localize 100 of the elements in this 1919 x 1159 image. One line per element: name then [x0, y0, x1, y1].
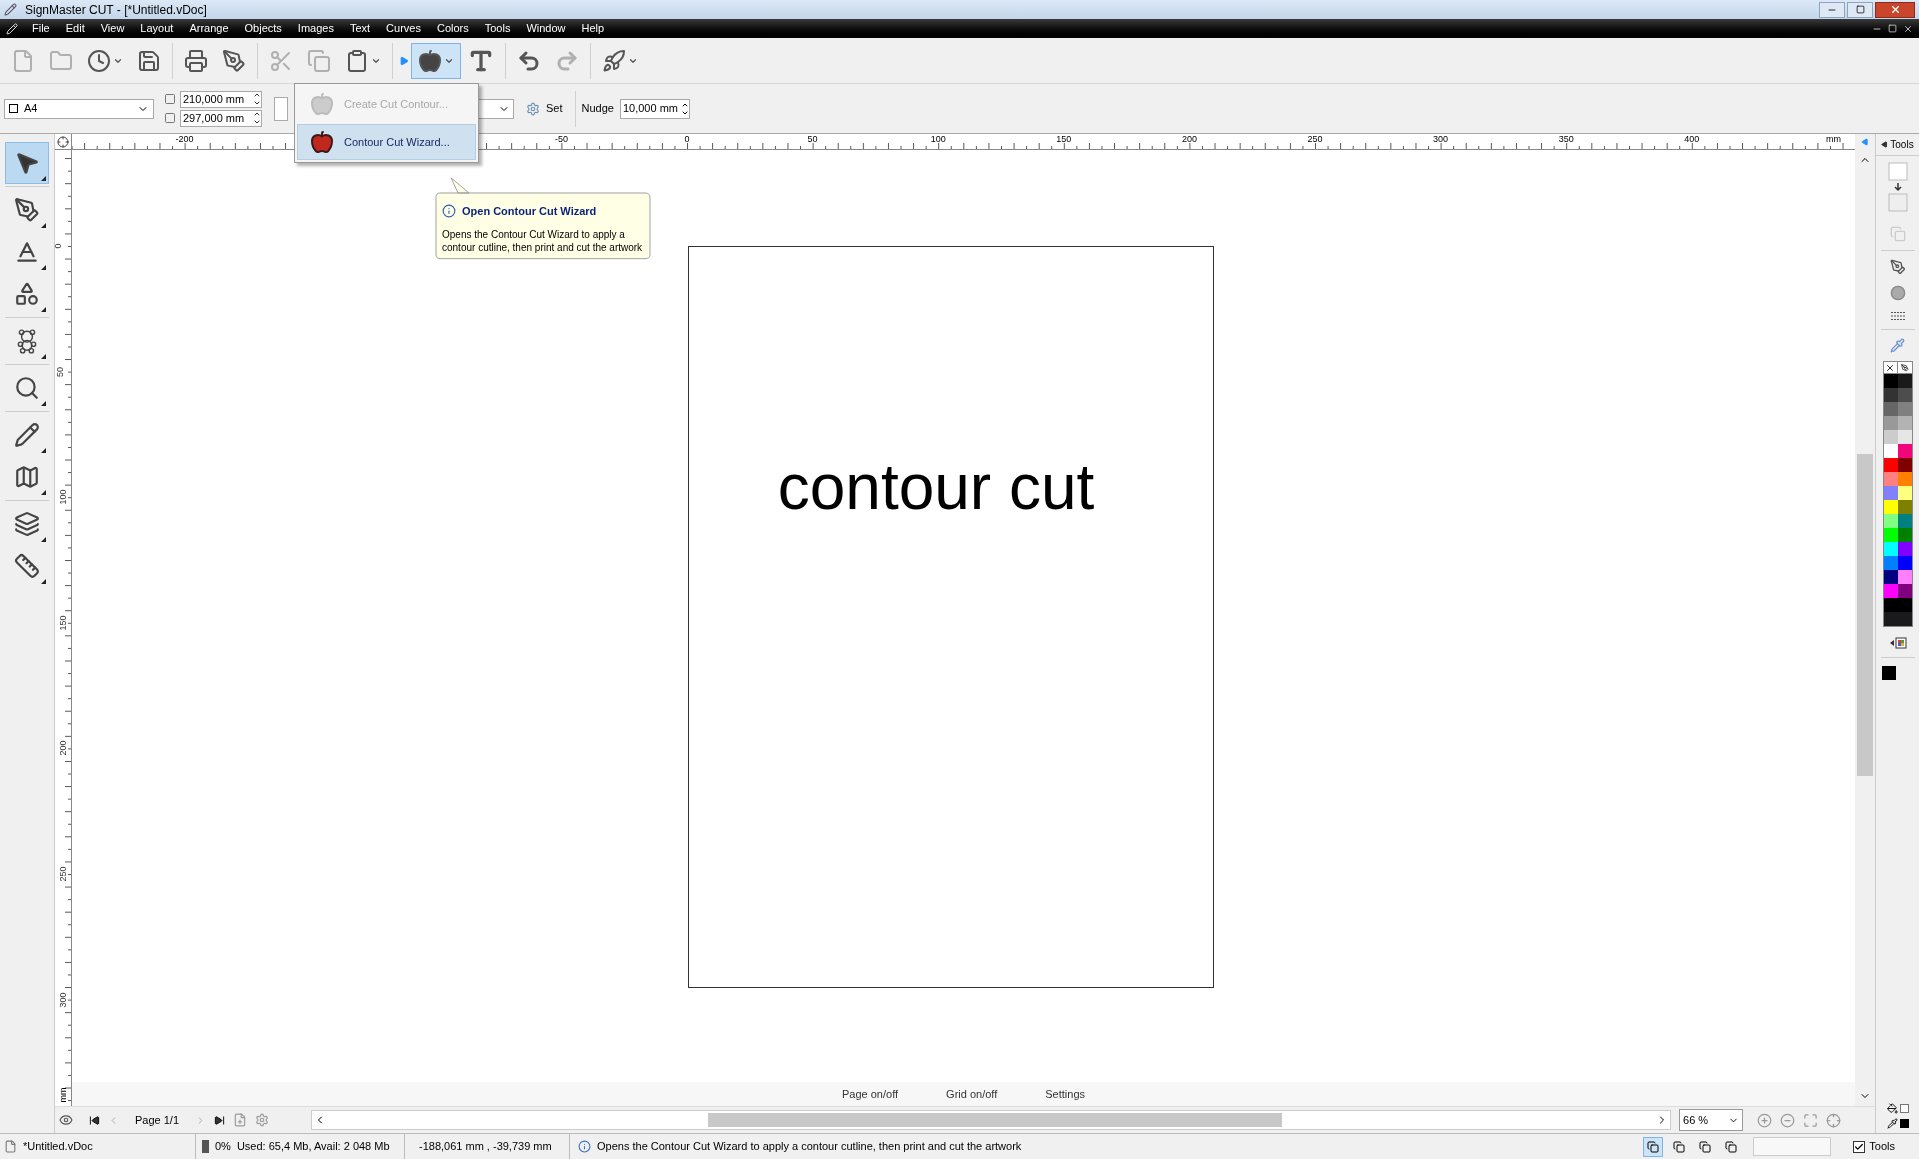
folder-icon: [49, 48, 73, 73]
color-swatch[interactable]: [1883, 458, 1898, 472]
color-swatch[interactable]: [1883, 486, 1898, 500]
ruler-unit: mm: [1826, 134, 1841, 144]
panel-title: Tools: [1890, 138, 1914, 152]
color-swatch[interactable]: [1883, 612, 1898, 626]
gear-icon: [526, 101, 540, 116]
menu-item[interactable]: Help: [573, 20, 613, 37]
color-swatch[interactable]: [1883, 402, 1898, 416]
color-swatch[interactable]: [1883, 388, 1898, 402]
ruler-label: 250: [57, 866, 68, 882]
color-swatch[interactable]: [1883, 542, 1898, 556]
color-swatch[interactable]: [1883, 416, 1898, 430]
copy-icon: [307, 48, 331, 73]
current-fill-swatch[interactable]: [1882, 666, 1896, 680]
menu-item[interactable]: Tools: [476, 20, 519, 37]
canvas-link[interactable]: Settings: [1045, 1085, 1085, 1103]
menu-item[interactable]: Text: [341, 20, 379, 37]
nudge-label: Nudge: [581, 101, 614, 117]
status-field[interactable]: [1753, 1137, 1832, 1156]
add-page-icon[interactable]: [233, 1113, 248, 1127]
artwork-text[interactable]: contour cut: [777, 447, 1095, 987]
expand-arrow-icon[interactable]: [399, 55, 409, 66]
rocket-icon: [602, 48, 626, 73]
menu-item[interactable]: Curves: [378, 20, 429, 37]
fill-swatch[interactable]: [1899, 1104, 1909, 1113]
menu-item[interactable]: Edit: [57, 20, 93, 37]
minimize-button[interactable]: [1819, 1, 1845, 18]
scrollbar-thumb[interactable]: [1857, 454, 1873, 776]
color-swatch[interactable]: [1883, 528, 1898, 542]
close-button[interactable]: [1875, 1, 1915, 18]
crosshair-icon: [57, 135, 69, 148]
last-page-icon[interactable]: [214, 1114, 226, 1126]
color-swatch[interactable]: [1883, 500, 1898, 514]
page-size-select[interactable]: A4: [4, 98, 154, 119]
line-style-icon[interactable]: [1889, 311, 1906, 321]
color-swatch[interactable]: [1883, 570, 1898, 584]
scrollbar-thumb[interactable]: [708, 1113, 1283, 1127]
collapse-panel-icon[interactable]: [1861, 138, 1869, 146]
zoom-page-icon[interactable]: [1826, 1112, 1842, 1128]
pointer-icon: [14, 150, 40, 176]
zoom-select[interactable]: 66 %: [1679, 1109, 1744, 1131]
color-swatch[interactable]: [1883, 472, 1898, 486]
color-swatch[interactable]: [1883, 584, 1898, 598]
color-swatch[interactable]: [1883, 556, 1898, 570]
menu-item[interactable]: File: [24, 20, 58, 37]
canvas-link[interactable]: Grid on/off: [946, 1085, 998, 1103]
ruler-corner[interactable]: [55, 134, 72, 150]
clock-icon: [87, 48, 111, 73]
eyedropper-icon[interactable]: [1890, 338, 1905, 353]
outline-swatch[interactable]: [1899, 1119, 1909, 1128]
restore-icon[interactable]: [1888, 23, 1897, 33]
tool-button[interactable]: [5, 142, 49, 184]
width-field[interactable]: 210,000 mm: [180, 90, 262, 108]
color-swatch[interactable]: [1883, 444, 1898, 458]
tools-checkbox[interactable]: [1853, 1140, 1866, 1153]
pen-icon[interactable]: [1889, 259, 1906, 275]
color-swatch[interactable]: [1883, 514, 1898, 528]
ruler-label: 150: [57, 615, 68, 631]
eye-icon[interactable]: [59, 1113, 73, 1127]
first-page-icon[interactable]: [89, 1114, 100, 1126]
no-color-swatch[interactable]: [1883, 362, 1898, 374]
ruler-label: 150: [1056, 134, 1072, 144]
color-swatch[interactable]: [1883, 430, 1898, 444]
close-icon[interactable]: [1903, 23, 1913, 34]
menu-item[interactable]: Window: [518, 20, 574, 37]
menu-item[interactable]: View: [92, 20, 133, 37]
maximize-button[interactable]: [1847, 1, 1873, 18]
memory-percent: 0%: [215, 1139, 231, 1155]
status-message: Opens the Contour Cut Wizard to apply a contour cutline, then print and cut the artwork: [597, 1139, 1022, 1155]
contour-cut-button[interactable]: [411, 42, 461, 79]
view-mode-button[interactable]: [1643, 1136, 1664, 1157]
menu-item[interactable]: Colors: [428, 20, 477, 37]
height-field[interactable]: 297,000 mm: [180, 109, 262, 127]
page-settings-icon[interactable]: [255, 1113, 270, 1127]
circle-icon[interactable]: [1889, 285, 1906, 301]
zoom-out-icon[interactable]: [1780, 1112, 1796, 1128]
save-icon: [137, 48, 161, 73]
add-color-icon[interactable]: [1888, 637, 1907, 649]
menu-item[interactable]: Arrange: [181, 20, 237, 37]
app-icon: [4, 3, 17, 16]
collapse-icon[interactable]: [1881, 141, 1889, 148]
set-button[interactable]: Set: [520, 96, 569, 121]
menu-item[interactable]: Layout: [132, 20, 182, 37]
tooltip-title: Open Contour Cut Wizard: [462, 204, 597, 219]
page-indicator: Page 1/1: [135, 1112, 180, 1128]
canvas-link[interactable]: Page on/off: [842, 1085, 899, 1103]
ruler-label: 300: [57, 992, 68, 1008]
zoom-fit-icon[interactable]: [1803, 1112, 1819, 1128]
menu-item[interactable]: Images: [289, 20, 342, 37]
menu-item[interactable]: Objects: [236, 20, 290, 37]
color-swatch[interactable]: [1883, 374, 1898, 388]
zoom-in-icon[interactable]: [1757, 1112, 1773, 1128]
menu-item[interactable]: Contour Cut Wizard...: [297, 124, 476, 160]
color-swatch[interactable]: [1883, 598, 1898, 612]
ruler-label: 0: [52, 243, 63, 249]
horizontal-scrollbar[interactable]: [311, 1110, 1672, 1130]
lock-box[interactable]: [274, 96, 288, 121]
nudge-field[interactable]: 10,000 mm: [619, 98, 690, 119]
check-icon: [1854, 1141, 1865, 1152]
